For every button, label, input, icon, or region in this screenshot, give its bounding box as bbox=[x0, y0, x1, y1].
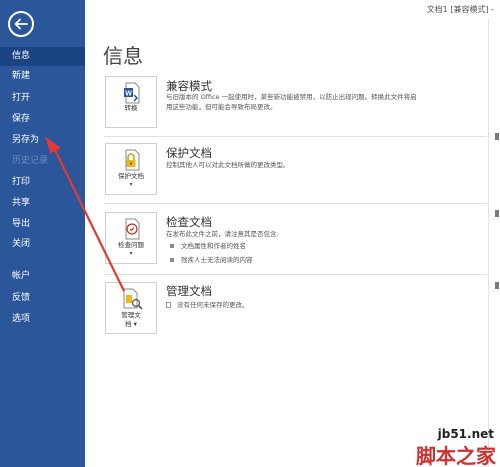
chevron-down-icon: ▾ bbox=[129, 181, 133, 188]
check-issues-button-label: 检查问题 bbox=[118, 241, 144, 249]
sidebar-item-info[interactable]: 信息 bbox=[0, 47, 85, 66]
list-item: 残疾人士无法阅读的内容 bbox=[170, 254, 253, 264]
protect-document-button-label: 保护文档 bbox=[118, 172, 144, 180]
divider bbox=[104, 203, 487, 204]
sidebar-item-feedback[interactable]: 反馈 bbox=[0, 289, 85, 308]
manage-document-desc-text: 没有任何未保存的更改。 bbox=[177, 301, 249, 309]
sidebar-item-new[interactable]: 新建 bbox=[0, 67, 85, 86]
page-title: 信息 bbox=[103, 44, 143, 68]
sidebar-item-account[interactable]: 帐户 bbox=[0, 267, 85, 286]
inspect-document-title: 检查文档 bbox=[166, 215, 212, 229]
lock-key-icon bbox=[125, 149, 140, 171]
backstage-sidebar: 信息 新建 打开 保存 另存为 历史记录 打印 共享 导出 关闭 帐户 反馈 选… bbox=[0, 0, 85, 467]
divider bbox=[104, 136, 487, 137]
sidebar-item-open[interactable]: 打开 bbox=[0, 89, 85, 108]
inspect-document-icon bbox=[125, 218, 140, 240]
list-item-label: 文档属性和作者的姓名 bbox=[181, 242, 246, 250]
convert-button[interactable]: W 转换 bbox=[105, 76, 157, 128]
protect-document-title: 保护文档 bbox=[166, 146, 212, 160]
sidebar-item-options[interactable]: 选项 bbox=[0, 310, 85, 329]
manage-document-title: 管理文档 bbox=[166, 284, 212, 298]
window-title: 文档1 [兼容模式] - bbox=[426, 5, 494, 14]
manage-document-icon bbox=[123, 288, 143, 310]
check-issues-button[interactable]: 检查问题 ▾ bbox=[105, 212, 157, 264]
sidebar-item-save-as[interactable]: 另存为 bbox=[0, 131, 85, 150]
inspect-document-desc: 在发布此文件之前，请注意其是否包含: bbox=[166, 230, 279, 238]
word-convert-icon: W bbox=[124, 82, 140, 104]
list-item-label: 残疾人士无法阅读的内容 bbox=[181, 256, 253, 264]
watermark-url: jb51.net bbox=[437, 427, 494, 441]
compat-mode-desc-line2: 用这些功能，但可能会导致布局更改。 bbox=[166, 103, 277, 111]
sidebar-item-share[interactable]: 共享 bbox=[0, 194, 85, 213]
scroll-marker bbox=[495, 282, 499, 289]
watermark-logo-text: 脚本之家 bbox=[416, 444, 496, 467]
sidebar-item-history: 历史记录 bbox=[12, 156, 49, 166]
convert-button-label: 转换 bbox=[124, 104, 138, 112]
scroll-marker bbox=[495, 133, 499, 140]
sidebar-item-save[interactable]: 保存 bbox=[0, 110, 85, 129]
chevron-down-icon: ▾ bbox=[129, 250, 133, 257]
sidebar-item-export[interactable]: 导出 bbox=[0, 215, 85, 234]
right-scrollbar[interactable] bbox=[488, 18, 500, 467]
sidebar-item-print[interactable]: 打印 bbox=[0, 173, 85, 192]
protect-document-button[interactable]: 保护文档 ▾ bbox=[105, 143, 157, 195]
sidebar-item-close[interactable]: 关闭 bbox=[0, 235, 85, 254]
manage-document-button-label: 管理文 bbox=[121, 311, 141, 319]
manage-document-button-label2: 档 ▾ bbox=[125, 320, 137, 328]
protect-document-desc: 控制其他人可以对此文档所做的更改类型。 bbox=[166, 161, 290, 169]
manage-document-desc: 没有任何未保存的更改。 bbox=[166, 300, 249, 311]
scroll-marker bbox=[495, 210, 499, 217]
manage-document-button[interactable]: 管理文 档 ▾ bbox=[105, 282, 157, 334]
back-arrow-icon[interactable] bbox=[8, 11, 34, 37]
svg-text:W: W bbox=[125, 90, 132, 97]
list-item: 文档属性和作者的姓名 bbox=[170, 240, 246, 250]
divider bbox=[104, 274, 487, 275]
